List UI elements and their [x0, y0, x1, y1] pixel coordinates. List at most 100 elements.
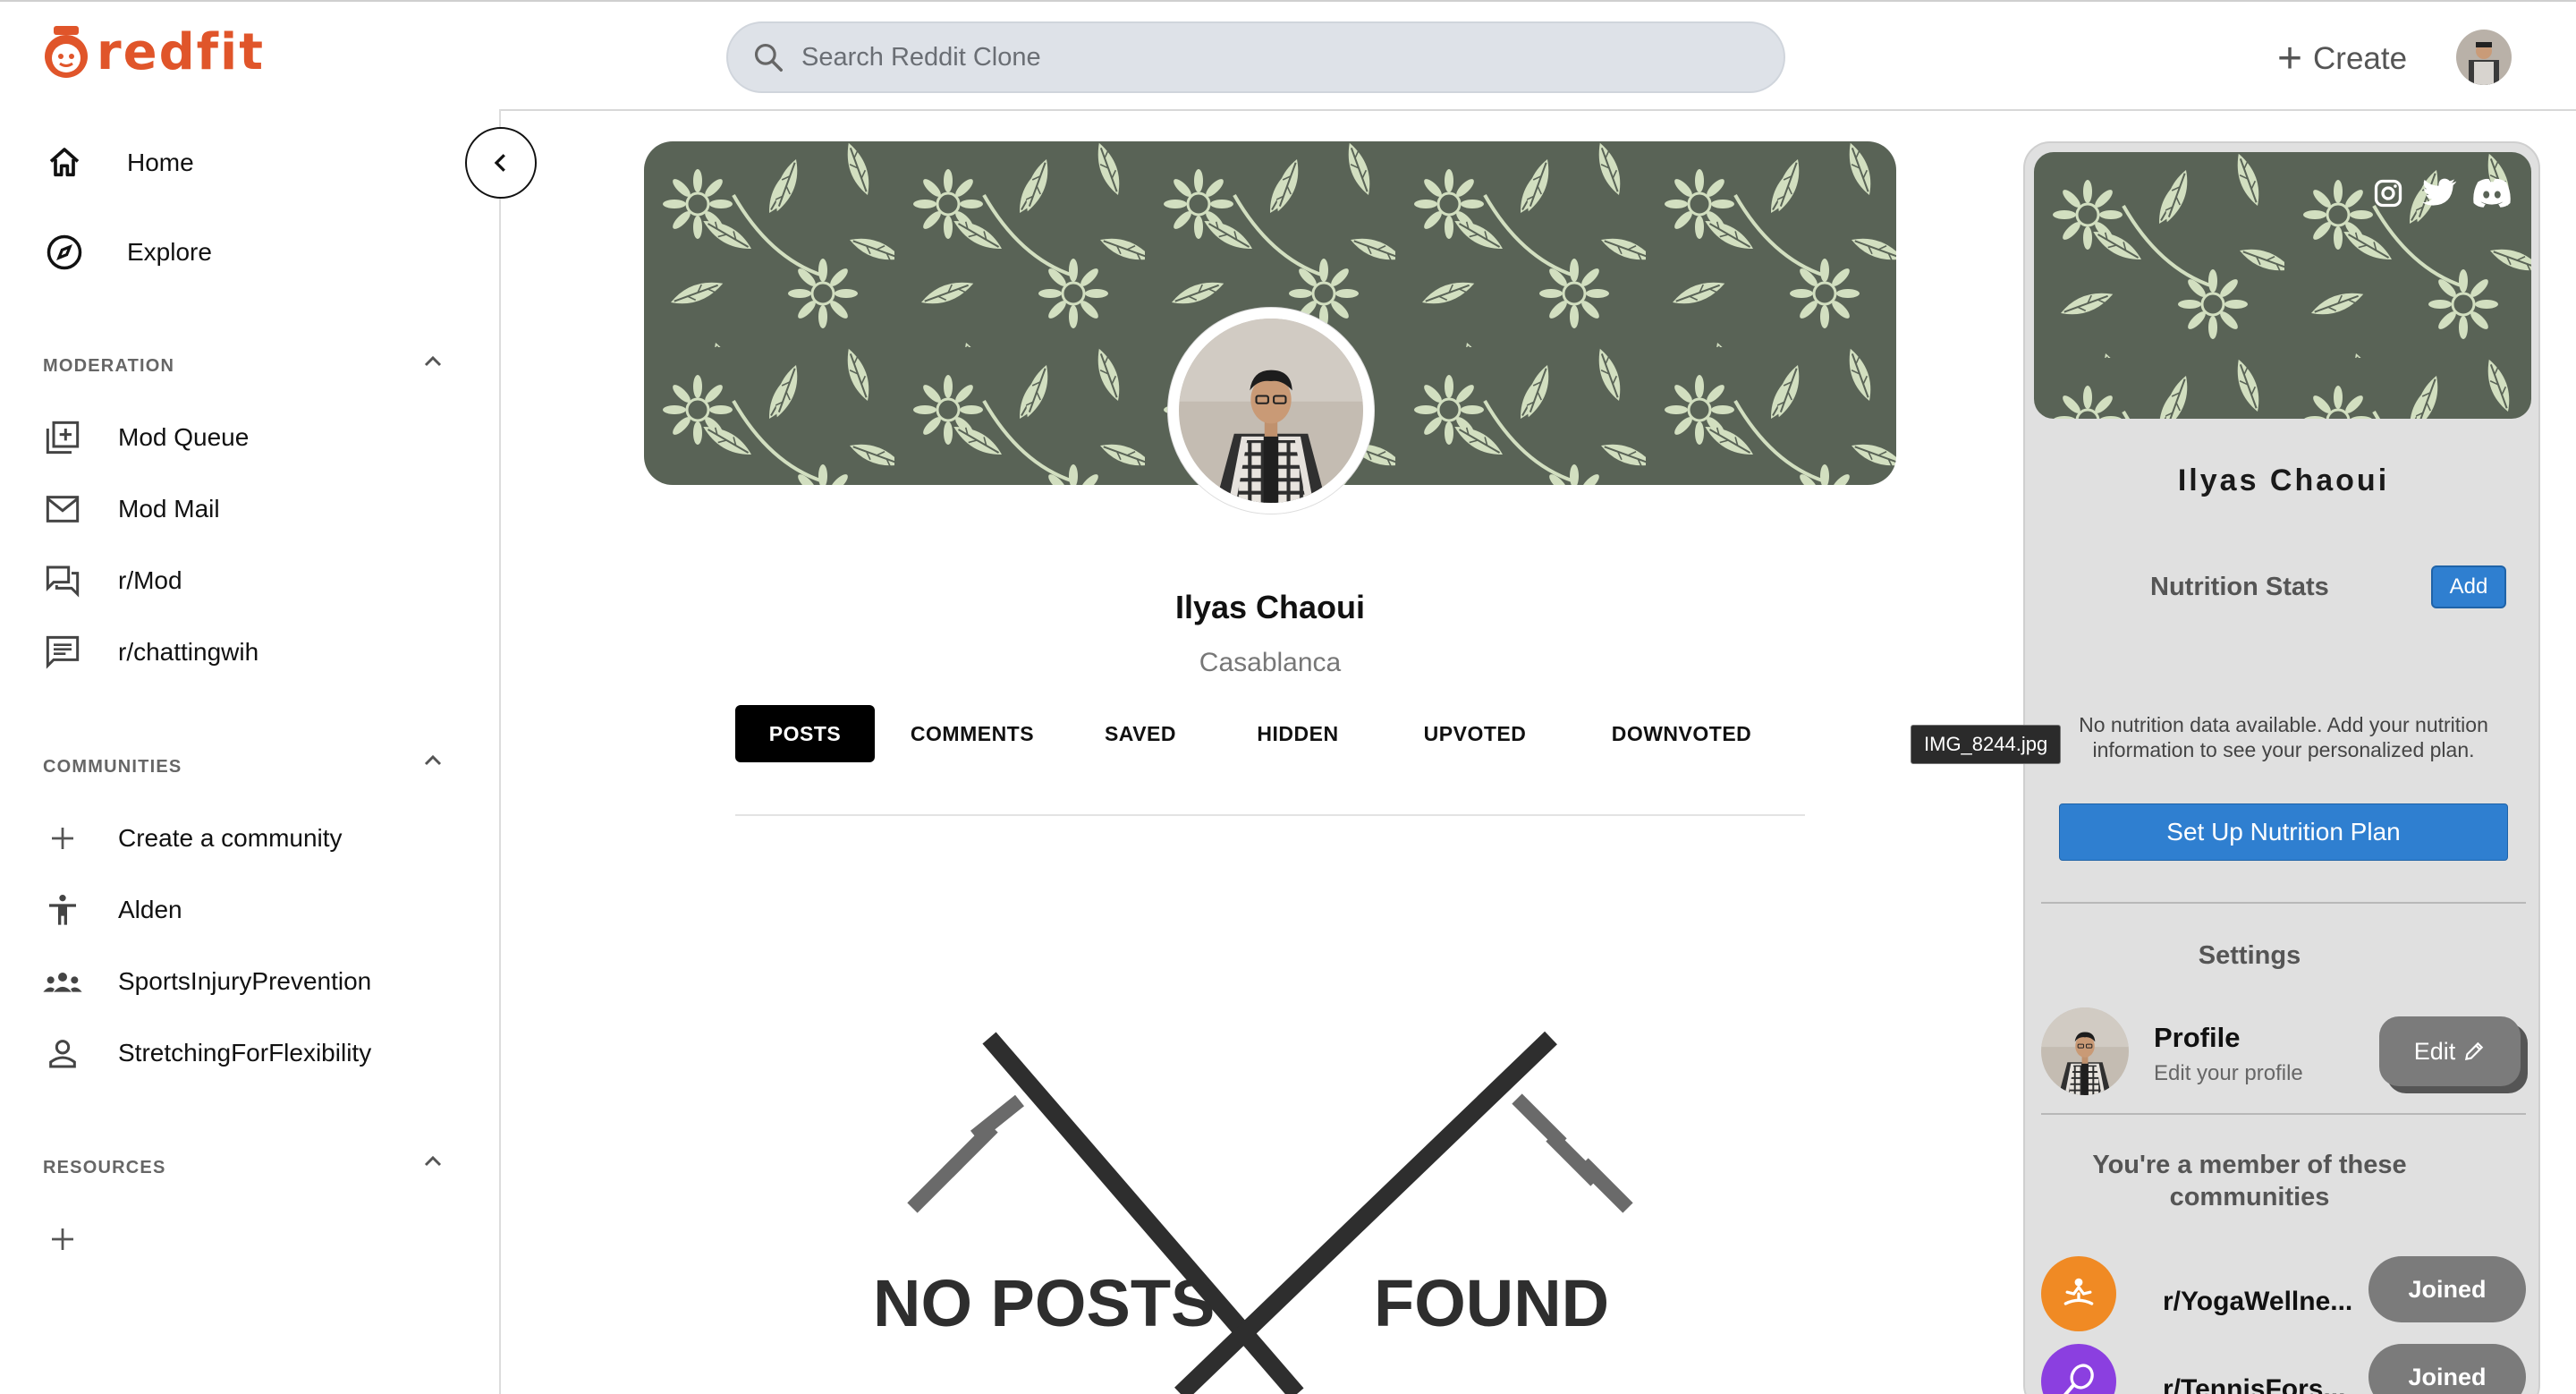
- chevron-up-icon[interactable]: [419, 746, 447, 775]
- community-name[interactable]: r/YogaWellne...: [2163, 1287, 2352, 1317]
- image-tooltip: IMG_8244.jpg: [1911, 725, 2062, 764]
- sidebar-item-label: Alden: [118, 896, 182, 923]
- tab-saved[interactable]: SAVED: [1073, 705, 1208, 762]
- sidebar-item-sportsinjuryprevention[interactable]: SportsInjuryPrevention: [43, 957, 371, 1006]
- empty-state-left-text: NO POSTS: [873, 1266, 1215, 1340]
- settings-title: Settings: [2198, 941, 2301, 970]
- empty-state-graphic: NO POSTS FOUND: [873, 1031, 1633, 1394]
- sidebar-item-alden[interactable]: Alden: [43, 886, 182, 934]
- settings-avatar-photo: [2041, 1007, 2129, 1095]
- section-divider: [2041, 1113, 2526, 1115]
- logo-icon: [45, 26, 88, 78]
- chevron-up-icon[interactable]: [419, 1147, 447, 1176]
- create-label: Create: [2313, 41, 2408, 76]
- tab-upvoted[interactable]: UPVOTED: [1388, 705, 1562, 762]
- tab-hidden[interactable]: HIDDEN: [1222, 705, 1374, 762]
- mail-icon: [43, 489, 82, 529]
- sidebar-item-explore[interactable]: Explore: [43, 225, 212, 279]
- chat-icon: [43, 561, 82, 600]
- tab-comments[interactable]: COMMENTS: [887, 705, 1057, 762]
- sidebar-item-label: Create a community: [118, 824, 343, 852]
- plus-icon: +: [2277, 35, 2303, 82]
- avatar-photo: [2456, 30, 2512, 85]
- sidebar-item-label: Mod Queue: [118, 423, 250, 451]
- community-row: r/TennisFors... Joined: [2041, 1344, 2526, 1394]
- tabs-divider: [735, 814, 1805, 816]
- plus-icon: [43, 819, 82, 858]
- add-nutrition-button[interactable]: Add: [2431, 565, 2506, 608]
- pencil-icon: [2465, 1041, 2484, 1061]
- meditation-icon: [2063, 1278, 2094, 1305]
- tab-downvoted[interactable]: DOWNVOTED: [1576, 705, 1787, 762]
- community-avatar: [2041, 1344, 2116, 1394]
- side-panel-banner: [2034, 152, 2531, 419]
- sidebar-item-label: Explore: [127, 238, 212, 266]
- sidebar-item-create-community[interactable]: Create a community: [43, 814, 343, 863]
- plus-icon: [43, 1220, 82, 1259]
- sidebar-item-mod-mail[interactable]: Mod Mail: [43, 485, 220, 533]
- sidebar-item-r-chattingwih[interactable]: r/chattingwih: [43, 628, 258, 676]
- search-icon: [754, 43, 783, 72]
- community-avatar: [2041, 1256, 2116, 1331]
- left-sidebar: Home Explore MODERATION Mod Queue Mod Ma…: [0, 109, 501, 1394]
- groups-icon: [43, 962, 82, 1001]
- edit-label: Edit: [2413, 1037, 2456, 1065]
- nutrition-empty-message: No nutrition data available. Add your nu…: [2079, 713, 2488, 761]
- content-divider: [501, 109, 2576, 111]
- settings-profile-subtitle: Edit your profile: [2154, 1061, 2303, 1085]
- logo-wordmark: redfit: [97, 23, 266, 81]
- sidebar-item-r-mod[interactable]: r/Mod: [43, 557, 182, 605]
- sidebar-add-resource[interactable]: [43, 1215, 118, 1263]
- community-name[interactable]: r/TennisFors...: [2163, 1374, 2345, 1394]
- profile-photo: [1179, 319, 1363, 503]
- chevron-up-icon[interactable]: [419, 347, 447, 376]
- nutrition-stats-title: Nutrition Stats: [2150, 573, 2329, 601]
- sidebar-item-label: Home: [127, 149, 194, 176]
- setup-nutrition-plan-button[interactable]: Set Up Nutrition Plan: [2059, 803, 2508, 861]
- home-icon: [43, 141, 86, 184]
- mod-queue-icon: [43, 418, 82, 457]
- sidebar-item-mod-queue[interactable]: Mod Queue: [43, 413, 249, 462]
- no-posts-illustration: NO POSTS FOUND: [823, 1020, 1717, 1394]
- settings-profile-avatar: [2041, 1007, 2129, 1095]
- tab-posts[interactable]: POSTS: [735, 705, 875, 762]
- side-panel-username: Ilyas Chaoui: [2177, 463, 2390, 497]
- chevron-left-icon: [494, 154, 505, 172]
- collapse-sidebar-button[interactable]: [465, 127, 537, 199]
- user-avatar[interactable]: [2456, 30, 2512, 85]
- community-row: r/YogaWellne... Joined: [2041, 1256, 2526, 1333]
- instagram-icon[interactable]: [2368, 174, 2408, 213]
- member-communities-title: You're a member of these communities: [2092, 1151, 2407, 1211]
- app-logo[interactable]: redfit: [41, 21, 265, 84]
- joined-button[interactable]: Joined: [2368, 1344, 2526, 1394]
- person-icon: [43, 1033, 82, 1073]
- profile-avatar[interactable]: [1168, 308, 1374, 514]
- sidebar-item-label: SportsInjuryPrevention: [118, 967, 372, 995]
- create-button[interactable]: + Create: [2277, 34, 2407, 84]
- section-divider: [2041, 902, 2526, 904]
- compass-icon: [43, 231, 86, 274]
- social-links: [2368, 174, 2512, 213]
- joined-button[interactable]: Joined: [2368, 1256, 2526, 1322]
- sidebar-item-home[interactable]: Home: [43, 136, 194, 190]
- sidebar-item-label: r/Mod: [118, 566, 182, 594]
- sidebar-item-stretchingforflexibility[interactable]: StretchingForFlexibility: [43, 1029, 371, 1077]
- profile-name: Ilyas Chaoui: [1174, 589, 1366, 625]
- moderation-section-title: MODERATION: [43, 356, 175, 376]
- profile-side-panel: Ilyas Chaoui Nutrition Stats Add No nutr…: [2023, 141, 2540, 1394]
- empty-state-right-text: FOUND: [1374, 1266, 1609, 1340]
- discord-icon[interactable]: [2472, 174, 2512, 213]
- communities-section-title: COMMUNITIES: [43, 757, 182, 777]
- tennis-racket-icon: [2063, 1364, 2094, 1394]
- accessibility-icon: [43, 890, 82, 930]
- resources-section-title: RESOURCES: [43, 1158, 166, 1177]
- profile-location: Casablanca: [1199, 648, 1342, 677]
- top-header: redfit + Create: [0, 0, 2576, 109]
- settings-profile-label: Profile: [2154, 1022, 2241, 1053]
- edit-profile-button[interactable]: Edit: [2379, 1016, 2521, 1086]
- search-input[interactable]: [801, 42, 1696, 72]
- twitter-icon[interactable]: [2420, 174, 2460, 213]
- sidebar-item-label: Mod Mail: [118, 495, 220, 523]
- search-bar[interactable]: [726, 21, 1785, 93]
- message-icon: [43, 633, 82, 672]
